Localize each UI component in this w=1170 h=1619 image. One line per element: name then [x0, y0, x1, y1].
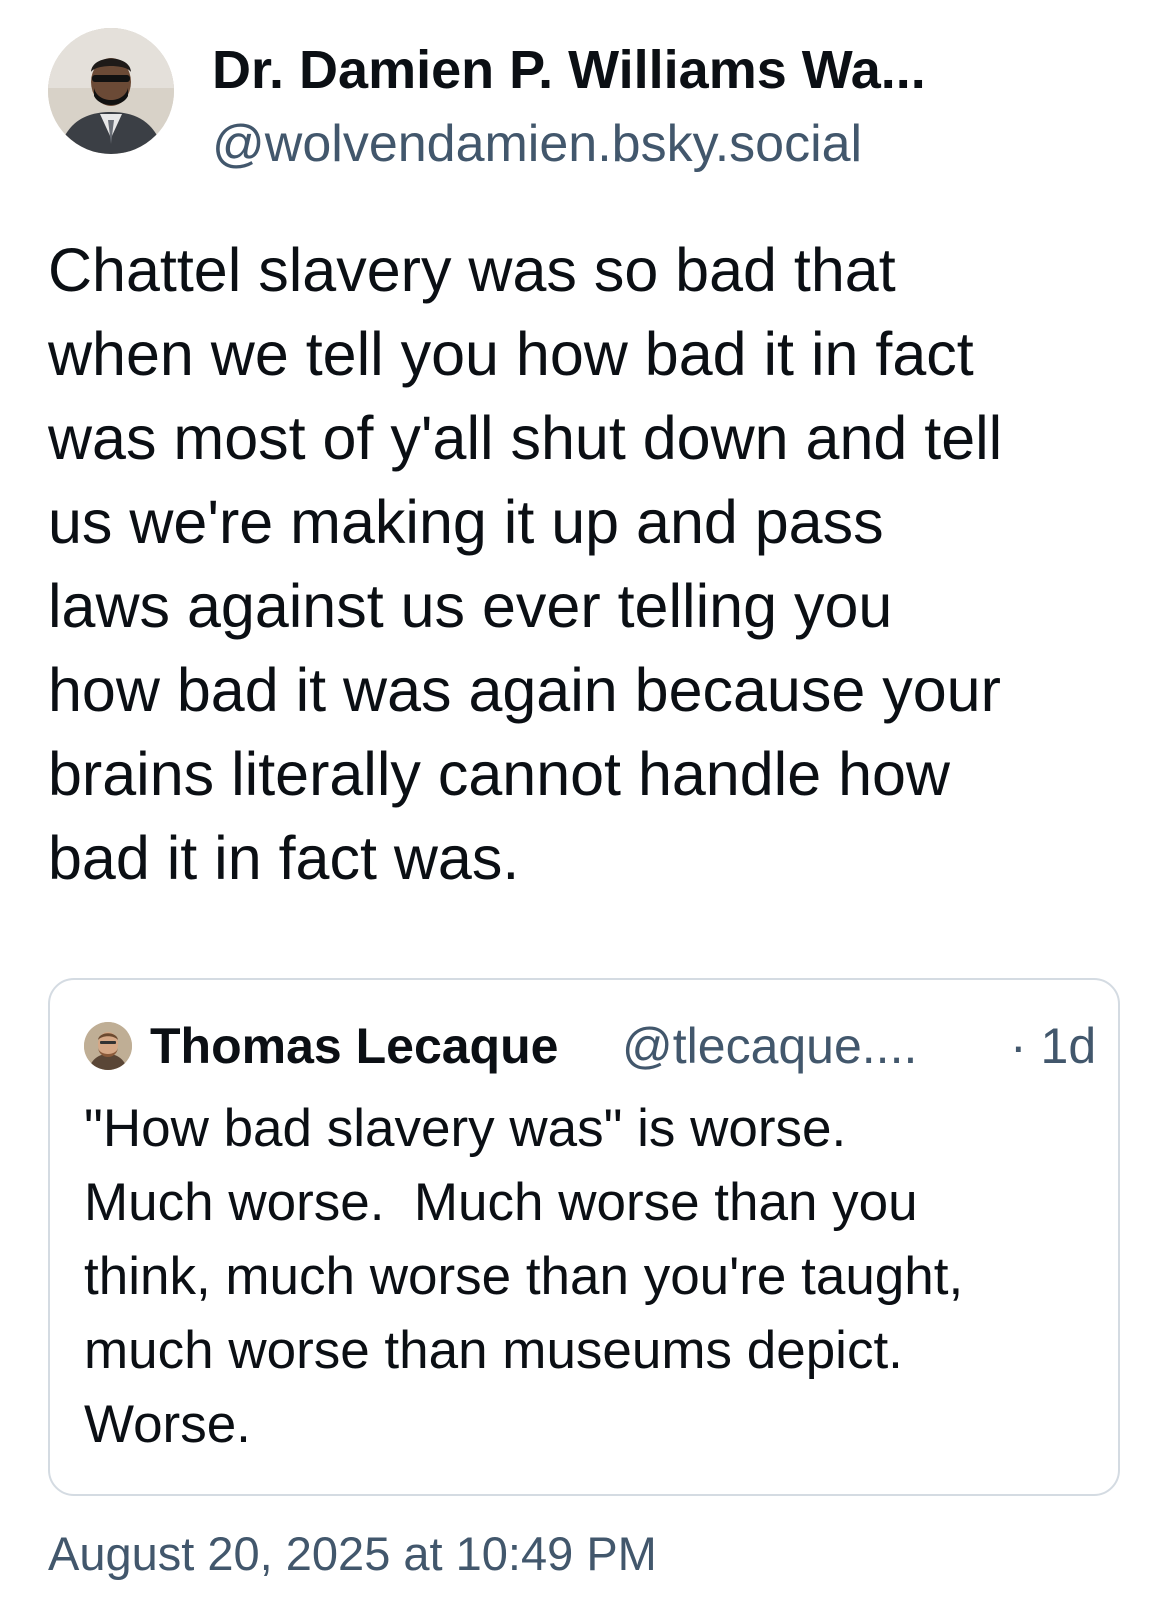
quoted-author-avatar[interactable]	[84, 1022, 132, 1070]
post-container: Dr. Damien P. Williams Wa... @wolvendami…	[0, 0, 1170, 1619]
post-body-text: Chattel slavery was so bad that when we …	[48, 228, 1128, 900]
quoted-author-handle[interactable]: @tlecaque....	[622, 1016, 917, 1076]
author-row[interactable]: Dr. Damien P. Williams Wa... @wolvendami…	[48, 28, 1128, 173]
post-text-line: was most of y'all shut down and tell	[48, 404, 1003, 472]
quoted-text-line: much worse than museums depict.	[84, 1321, 903, 1380]
quoted-text-line: "How bad slavery was" is worse.	[84, 1099, 847, 1158]
user-photo-avatar-icon	[84, 1022, 132, 1070]
post-text-line: Chattel slavery was so bad that	[48, 236, 896, 304]
post-timestamp[interactable]: August 20, 2025 at 10:49 PM	[48, 1524, 657, 1584]
post-text-line: how bad it was again because your	[48, 656, 1001, 724]
post-text-line: us we're making it up and pass	[48, 488, 884, 556]
quoted-post-body-text: "How bad slavery was" is worse. Much wor…	[84, 1092, 1094, 1462]
post-text-line: when we tell you how bad it in fact	[48, 320, 974, 388]
quoted-text-line: Worse.	[84, 1395, 251, 1454]
quoted-post-header: Thomas Lecaque @tlecaque.... · 1d	[84, 1016, 1097, 1076]
author-avatar[interactable]	[48, 28, 174, 154]
quoted-post-age: · 1d	[1010, 1018, 1097, 1074]
author-display-name[interactable]: Dr. Damien P. Williams Wa...	[212, 38, 926, 102]
post-text-line: brains literally cannot handle how	[48, 740, 950, 808]
user-photo-avatar-icon	[48, 28, 174, 154]
author-handle[interactable]: @wolvendamien.bsky.social	[212, 114, 862, 174]
post-text-line: bad it in fact was.	[48, 824, 520, 892]
quoted-text-line: Much worse. Much worse than you	[84, 1173, 918, 1232]
quoted-author-display-name[interactable]: Thomas Lecaque	[150, 1016, 558, 1076]
post-text-line: laws against us ever telling you	[48, 572, 893, 640]
quoted-post-card[interactable]: Thomas Lecaque @tlecaque.... · 1d "How b…	[48, 978, 1120, 1496]
quoted-text-line: think, much worse than you're taught,	[84, 1247, 964, 1306]
